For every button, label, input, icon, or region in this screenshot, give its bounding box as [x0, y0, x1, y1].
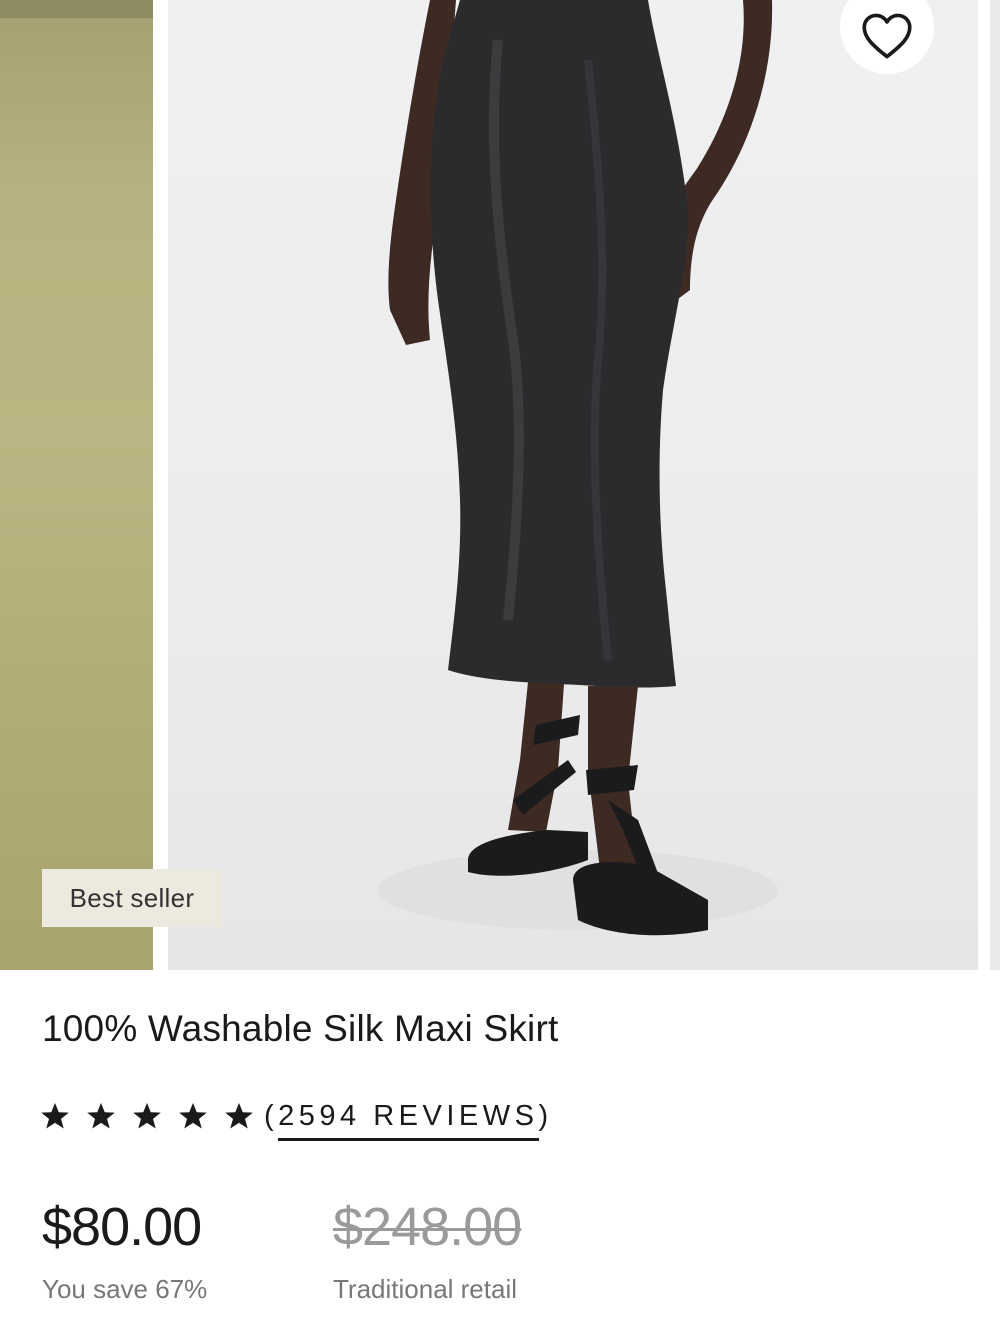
traditional-retail-label: Traditional retail [333, 1274, 518, 1304]
reviews-open-paren: ( [264, 1099, 279, 1132]
reviews-link[interactable]: (2594 REVIEWS) [264, 1099, 553, 1141]
best-seller-badge: Best seller [42, 869, 222, 927]
image-shadow [0, 0, 153, 18]
star-filled-icon [87, 1102, 115, 1129]
product-rating: (2594 REVIEWS) [40, 1092, 553, 1141]
previous-product-image[interactable] [0, 0, 153, 970]
traditional-retail-price: $248.00 [333, 1197, 522, 1257]
star-filled-icon [41, 1102, 69, 1129]
next-product-image[interactable] [990, 0, 1000, 970]
reviews-count[interactable]: 2594 REVIEWS [278, 1099, 539, 1141]
star-filled-icon [133, 1102, 161, 1129]
product-image-gallery[interactable]: Best seller [0, 0, 1000, 970]
savings-text: You save 67% [42, 1274, 208, 1304]
sale-price: $80.00 [42, 1197, 202, 1257]
skirt-photo-illustration [378, 0, 778, 936]
product-title: 100% Washable Silk Maxi Skirt [42, 1008, 559, 1049]
reviews-close-paren: ) [538, 1099, 553, 1132]
star-filled-icon [179, 1102, 207, 1129]
star-filled-icon [225, 1102, 253, 1129]
heart-outline-icon [862, 13, 912, 59]
main-product-image[interactable] [168, 0, 978, 970]
star-rating [40, 1101, 270, 1131]
